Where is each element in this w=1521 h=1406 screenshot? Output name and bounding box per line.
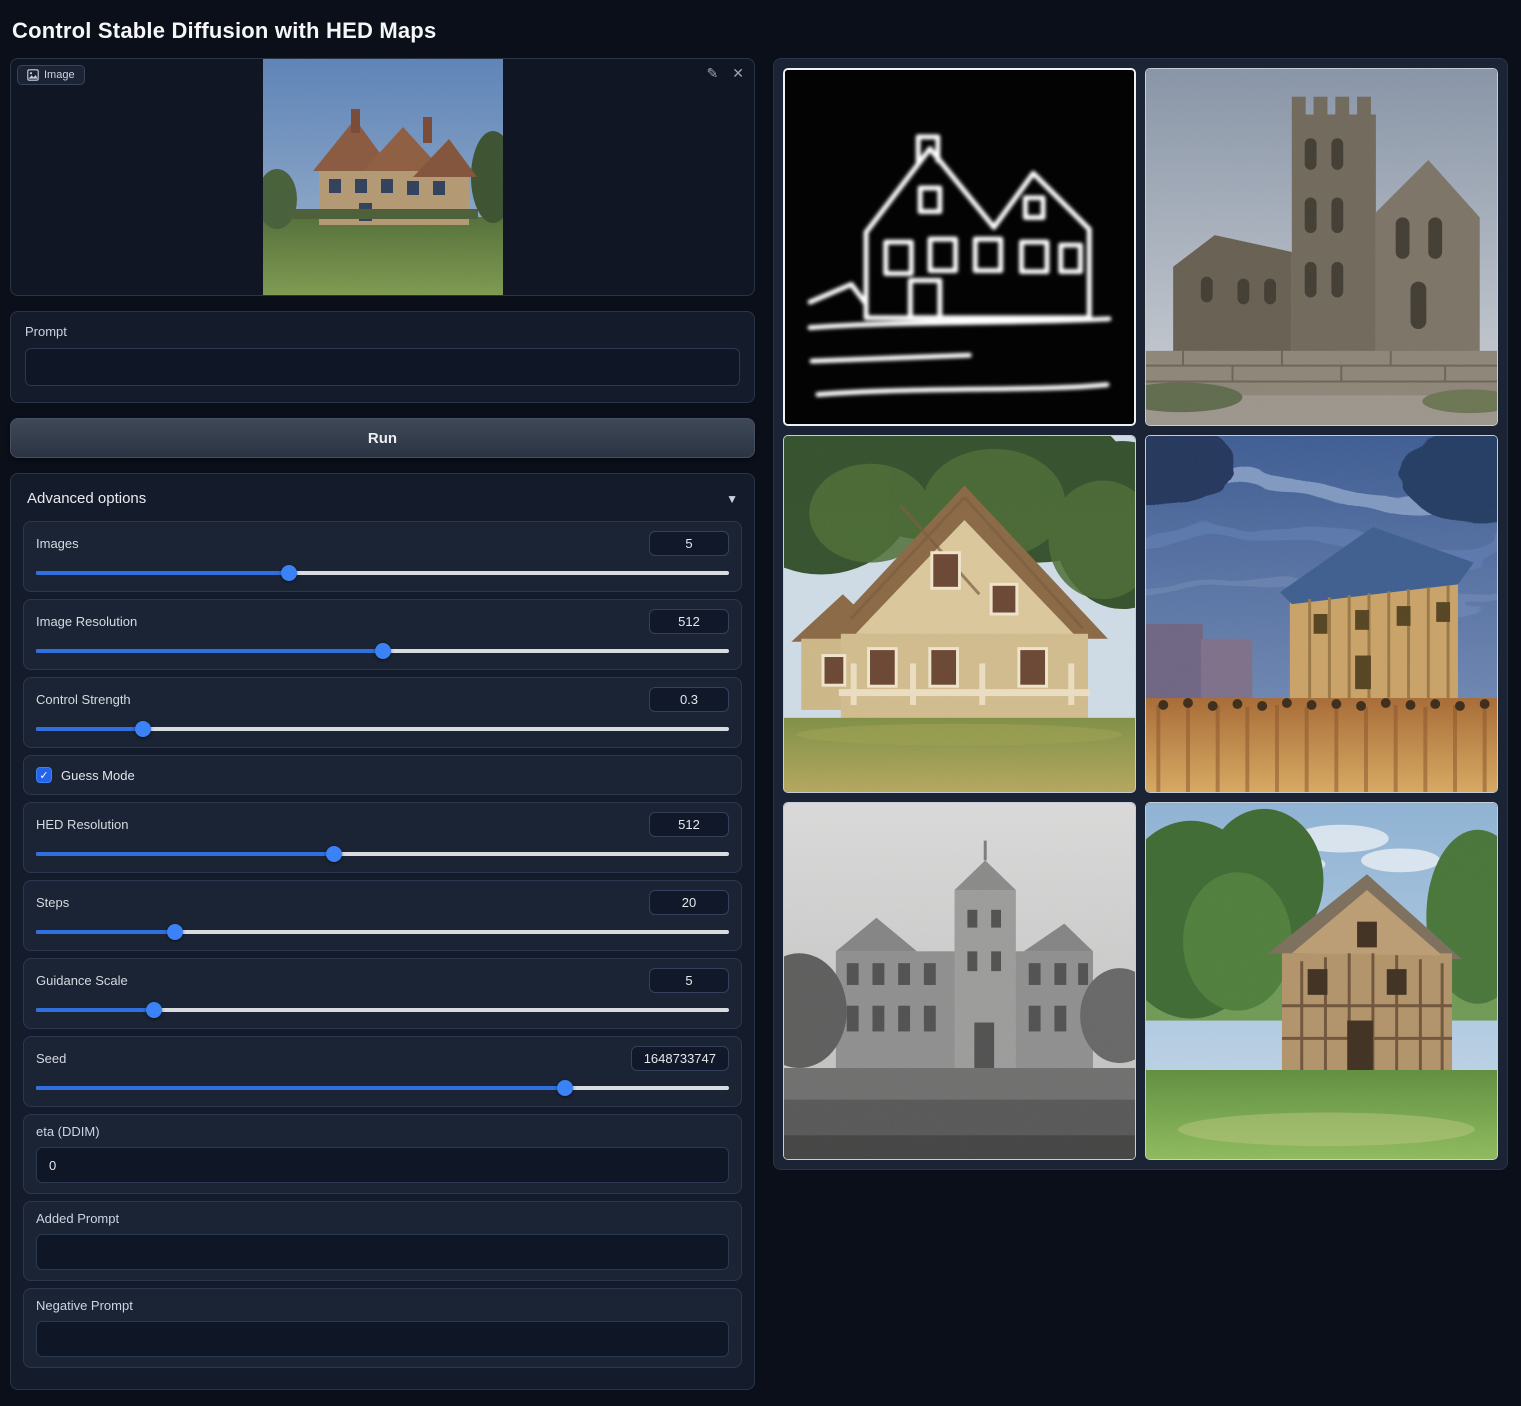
image-upload-component[interactable]: Image ✎ ✕ bbox=[10, 58, 755, 296]
chevron-down-icon: ▼ bbox=[726, 492, 738, 506]
gallery-image-wooden-house[interactable] bbox=[783, 435, 1136, 793]
page-title: Control Stable Diffusion with HED Maps bbox=[10, 12, 1508, 58]
advanced-options-accordion[interactable]: Advanced options ▼ bbox=[23, 486, 742, 521]
negative-prompt-input[interactable] bbox=[36, 1321, 729, 1357]
hed-resolution-value[interactable]: 512 bbox=[649, 812, 729, 837]
advanced-options-panel: Advanced options ▼ Images 5 Im bbox=[10, 473, 755, 1390]
steps-slider[interactable] bbox=[36, 924, 729, 940]
negative-prompt-label: Negative Prompt bbox=[36, 1298, 729, 1313]
control-strength-slider-block: Control Strength 0.3 bbox=[23, 677, 742, 748]
image-label-tag: Image bbox=[17, 65, 85, 85]
eta-ddim-input[interactable] bbox=[36, 1147, 729, 1183]
output-gallery bbox=[773, 58, 1508, 1170]
steps-value[interactable]: 20 bbox=[649, 890, 729, 915]
eta-ddim-block: eta (DDIM) bbox=[23, 1114, 742, 1194]
slider-thumb[interactable] bbox=[375, 643, 391, 659]
gallery-image-hed-edge-map[interactable] bbox=[783, 68, 1136, 426]
slider-thumb[interactable] bbox=[146, 1002, 162, 1018]
advanced-options-label: Advanced options bbox=[27, 490, 146, 507]
gallery-image-stone-castle[interactable] bbox=[1145, 68, 1498, 426]
image-resolution-value[interactable]: 512 bbox=[649, 609, 729, 634]
guess-mode-label: Guess Mode bbox=[61, 768, 135, 783]
app-root: Control Stable Diffusion with HED Maps I… bbox=[0, 0, 1521, 1406]
run-button[interactable]: Run bbox=[10, 418, 755, 458]
eta-ddim-label: eta (DDIM) bbox=[36, 1124, 729, 1139]
seed-slider[interactable] bbox=[36, 1080, 729, 1096]
images-slider[interactable] bbox=[36, 565, 729, 581]
added-prompt-label: Added Prompt bbox=[36, 1211, 729, 1226]
clear-image-button[interactable]: ✕ bbox=[730, 65, 746, 83]
image-label: Image bbox=[44, 69, 75, 81]
negative-prompt-block: Negative Prompt bbox=[23, 1288, 742, 1368]
prompt-input[interactable] bbox=[25, 348, 740, 386]
uploaded-image[interactable] bbox=[11, 59, 754, 295]
images-label: Images bbox=[36, 536, 79, 551]
slider-thumb[interactable] bbox=[135, 721, 151, 737]
added-prompt-block: Added Prompt bbox=[23, 1201, 742, 1281]
gallery-image-painted-building[interactable] bbox=[1145, 435, 1498, 793]
uploaded-house-photo bbox=[263, 59, 503, 295]
added-prompt-input[interactable] bbox=[36, 1234, 729, 1270]
hed-resolution-slider-block: HED Resolution 512 bbox=[23, 802, 742, 873]
guidance-scale-slider-block: Guidance Scale 5 bbox=[23, 958, 742, 1029]
slider-thumb[interactable] bbox=[326, 846, 342, 862]
image-resolution-slider[interactable] bbox=[36, 643, 729, 659]
prompt-label: Prompt bbox=[25, 324, 740, 339]
main-layout: Image ✎ ✕ bbox=[10, 58, 1508, 1390]
gallery-image-grayscale-building[interactable] bbox=[783, 802, 1136, 1160]
prompt-component: Prompt bbox=[10, 311, 755, 403]
edit-image-button[interactable]: ✎ bbox=[705, 65, 721, 83]
steps-slider-block: Steps 20 bbox=[23, 880, 742, 951]
guidance-scale-value[interactable]: 5 bbox=[649, 968, 729, 993]
guess-mode-row[interactable]: Guess Mode bbox=[23, 755, 742, 795]
images-value[interactable]: 5 bbox=[649, 531, 729, 556]
guess-mode-checkbox[interactable] bbox=[36, 767, 52, 783]
image-resolution-slider-block: Image Resolution 512 bbox=[23, 599, 742, 670]
slider-thumb[interactable] bbox=[281, 565, 297, 581]
gallery-image-timber-house[interactable] bbox=[1145, 802, 1498, 1160]
image-icon bbox=[27, 69, 39, 81]
seed-label: Seed bbox=[36, 1051, 66, 1066]
control-strength-slider[interactable] bbox=[36, 721, 729, 737]
hed-resolution-label: HED Resolution bbox=[36, 817, 129, 832]
guidance-scale-slider[interactable] bbox=[36, 1002, 729, 1018]
control-strength-value[interactable]: 0.3 bbox=[649, 687, 729, 712]
images-slider-block: Images 5 bbox=[23, 521, 742, 592]
image-resolution-label: Image Resolution bbox=[36, 614, 137, 629]
guidance-scale-label: Guidance Scale bbox=[36, 973, 128, 988]
hed-resolution-slider[interactable] bbox=[36, 846, 729, 862]
steps-label: Steps bbox=[36, 895, 69, 910]
control-strength-label: Control Strength bbox=[36, 692, 131, 707]
seed-value[interactable]: 1648733747 bbox=[631, 1046, 729, 1071]
slider-thumb[interactable] bbox=[167, 924, 183, 940]
slider-thumb[interactable] bbox=[557, 1080, 573, 1096]
image-actions: ✎ ✕ bbox=[705, 65, 746, 83]
controls-column: Image ✎ ✕ bbox=[10, 58, 755, 1390]
seed-slider-block: Seed 1648733747 bbox=[23, 1036, 742, 1107]
